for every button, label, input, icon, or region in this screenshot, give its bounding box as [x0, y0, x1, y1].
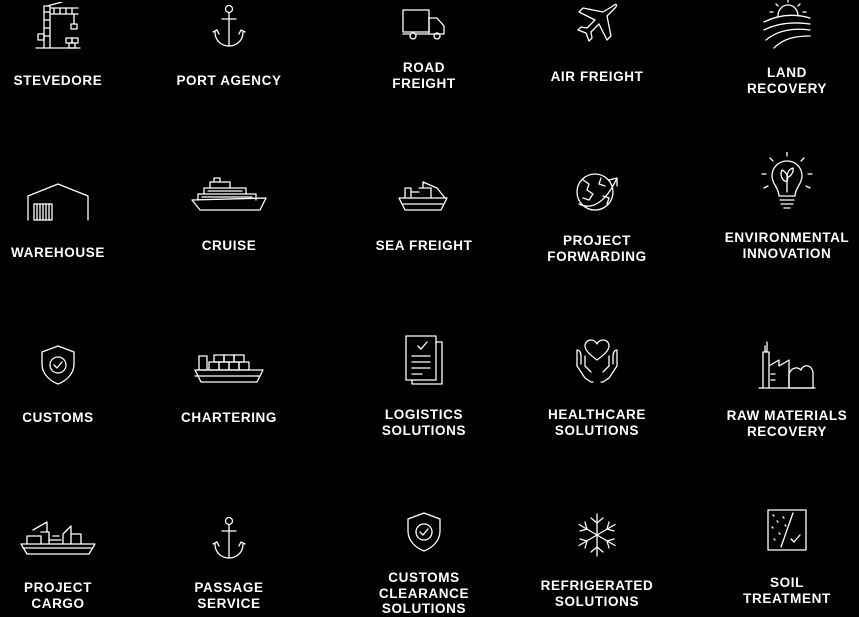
service-label: LOGISTICS SOLUTIONS	[381, 407, 467, 438]
airplane-icon	[577, 3, 618, 42]
service-customs-clearance-solutions[interactable]: CUSTOMS CLEARANCE SOLUTIONS	[338, 505, 510, 616]
service-label: CRUISE	[201, 238, 257, 253]
service-logistics-solutions[interactable]: LOGISTICS SOLUTIONS	[338, 330, 510, 440]
shield-check-icon	[407, 512, 441, 552]
service-label: ENVIRONMENTAL INNOVATION	[724, 230, 850, 261]
service-chartering[interactable]: CHARTERING	[143, 340, 315, 440]
service-label: SEA FREIGHT	[375, 238, 473, 253]
anchor-icon	[212, 4, 246, 47]
service-label: STEVEDORE	[13, 73, 103, 88]
service-raw-materials-recovery[interactable]: RAW MATERIALS RECOVERY	[701, 330, 859, 440]
service-refrigerated-solutions[interactable]: REFRIGERATED SOLUTIONS	[511, 510, 683, 615]
service-label: RAW MATERIALS RECOVERY	[726, 408, 848, 439]
service-label: PROJECT CARGO	[24, 580, 92, 611]
service-land-recovery[interactable]: LAND RECOVERY	[701, 0, 859, 100]
service-label: LAND RECOVERY	[746, 65, 828, 96]
sunrise-field-icon	[763, 0, 811, 49]
truck-icon	[402, 9, 445, 40]
service-passage-service[interactable]: PASSAGE SERVICE	[143, 510, 315, 615]
service-label: CHARTERING	[181, 410, 277, 425]
service-warehouse[interactable]: WAREHOUSE	[0, 170, 144, 270]
service-label: PROJECT FORWARDING	[547, 233, 647, 264]
lightbulb-leaf-icon	[761, 152, 813, 209]
service-healthcare-solutions[interactable]: HEALTHCARE SOLUTIONS	[511, 330, 683, 440]
service-label: SOIL TREATMENT	[743, 575, 831, 606]
service-label: WAREHOUSE	[11, 245, 105, 260]
service-label: HEALTHCARE SOLUTIONS	[548, 407, 646, 438]
service-label: CUSTOMS	[22, 410, 94, 425]
service-road-freight[interactable]: ROAD FREIGHT	[338, 0, 510, 100]
service-stevedore[interactable]: STEVEDORE	[0, 0, 144, 100]
service-label: PASSAGE SERVICE	[194, 580, 264, 611]
shield-check-icon	[41, 345, 75, 385]
service-project-forwarding[interactable]: PROJECT FORWARDING	[511, 170, 683, 270]
crane-icon	[35, 2, 81, 49]
service-label: AIR FREIGHT	[550, 69, 644, 84]
container-ship-icon	[194, 354, 264, 383]
service-environmental-innovation[interactable]: ENVIRONMENTAL INNOVATION	[701, 152, 859, 272]
documents-icon	[405, 335, 443, 385]
service-sea-freight[interactable]: SEA FREIGHT	[338, 170, 510, 270]
cruise-ship-icon	[191, 177, 267, 211]
service-port-agency[interactable]: PORT AGENCY	[143, 0, 315, 100]
soil-sample-icon	[767, 509, 807, 551]
service-label: ROAD FREIGHT	[392, 60, 456, 91]
service-air-freight[interactable]: AIR FREIGHT	[511, 0, 683, 100]
factory-icon	[758, 341, 816, 389]
service-soil-treatment[interactable]: SOIL TREATMENT	[701, 505, 859, 615]
service-label: REFRIGERATED SOLUTIONS	[540, 578, 654, 609]
service-label: CUSTOMS CLEARANCE SOLUTIONS	[378, 570, 470, 616]
service-project-cargo[interactable]: PROJECT CARGO	[0, 510, 144, 615]
service-customs[interactable]: CUSTOMS	[0, 340, 144, 440]
globe-arrow-icon	[576, 173, 618, 211]
warehouse-icon	[27, 183, 89, 221]
cargo-ship-icon	[398, 181, 448, 211]
service-label: PORT AGENCY	[176, 73, 282, 88]
anchor-icon	[212, 516, 246, 559]
snowflake-icon	[578, 513, 616, 557]
project-cargo-ship-icon	[20, 521, 96, 555]
service-cruise[interactable]: CRUISE	[143, 170, 315, 270]
hands-heart-icon	[576, 339, 618, 383]
